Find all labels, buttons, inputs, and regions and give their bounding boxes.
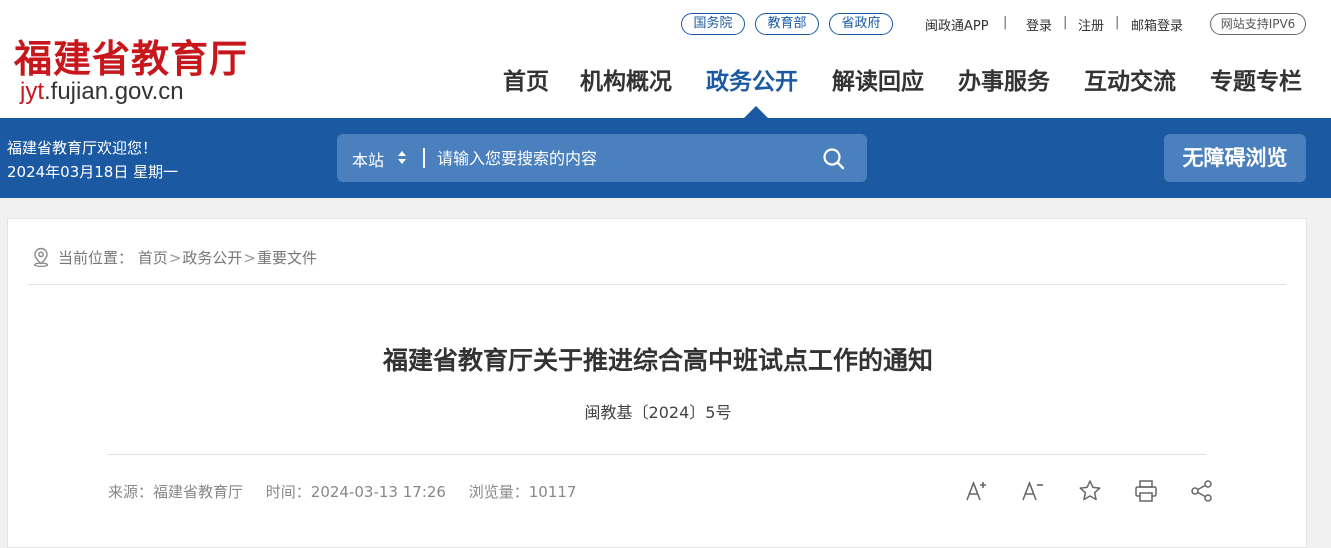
register-link[interactable]: 注册 (1078, 15, 1104, 34)
font-increase-button[interactable] (964, 478, 990, 504)
breadcrumb-home[interactable]: 首页 (138, 247, 168, 268)
breadcrumb-important-documents[interactable]: 重要文件 (257, 247, 317, 268)
share-button[interactable] (1189, 478, 1215, 504)
divider (28, 284, 1286, 285)
article-title: 福建省教育厅关于推进综合高中班试点工作的通知 (382, 346, 933, 375)
link-mzt-app[interactable]: 闽政通APP (925, 15, 989, 34)
search-button[interactable] (821, 146, 847, 172)
article-tools (956, 478, 1216, 504)
link-provincial-government[interactable]: 省政府 (829, 13, 893, 35)
separator: | (1003, 15, 1008, 30)
main-nav: 首页 机构概况 政务公开 解读回应 办事服务 互动交流 专题专栏 (0, 62, 1331, 96)
font-increase-icon (966, 480, 986, 501)
search-box: 本站 (337, 134, 867, 182)
search-bar-band: 福建省教育厅欢迎您！ 2024年03月18日 星期一 本站 无障碍浏览 (0, 118, 1331, 198)
search-scope-select[interactable]: 本站 (352, 147, 384, 171)
site-header: 福建省教育厅 jyt.fujian.gov.cn 国务院 教育部 省政府 闽政通… (0, 0, 1331, 118)
print-icon (1135, 480, 1157, 502)
ipv6-badge: 网站支持IPV6 (1210, 13, 1306, 35)
nav-item-services[interactable]: 办事服务 (958, 62, 1050, 96)
separator: | (1063, 15, 1068, 30)
document-number: 闽教基〔2024〕5号 (584, 403, 732, 422)
mail-login-link[interactable]: 邮箱登录 (1131, 15, 1183, 34)
font-decrease-button[interactable] (1020, 478, 1046, 504)
nav-item-organization[interactable]: 机构概况 (580, 62, 672, 96)
search-divider (423, 148, 425, 168)
welcome-text: 福建省教育厅欢迎您！ (7, 139, 158, 157)
login-link[interactable]: 登录 (1026, 15, 1052, 34)
welcome-block: 福建省教育厅欢迎您！ 2024年03月18日 星期一 (7, 136, 178, 184)
select-arrows-icon (397, 149, 407, 167)
search-input[interactable] (437, 142, 797, 174)
separator: | (1115, 15, 1120, 30)
breadcrumb-prefix: 当前位置： (58, 249, 134, 267)
breadcrumb-separator: > (243, 249, 256, 267)
active-nav-indicator (744, 106, 768, 118)
favorite-button[interactable] (1077, 478, 1103, 504)
divider (108, 454, 1206, 455)
top-links-bar: 国务院 教育部 省政府 闽政通APP | 登录 | 注册 | 邮箱登录 网站支持… (0, 12, 1331, 36)
star-icon (1079, 480, 1101, 501)
current-date: 2024年03月18日 星期一 (7, 163, 179, 181)
article-meta: 来源：福建省教育厅 时间：2024-03-13 17:26 浏览量：10117 (108, 481, 594, 502)
font-decrease-icon (1022, 480, 1043, 501)
search-icon (823, 148, 845, 170)
nav-item-interaction[interactable]: 互动交流 (1084, 62, 1176, 96)
accessibility-button[interactable]: 无障碍浏览 (1164, 134, 1306, 182)
link-ministry-education[interactable]: 教育部 (755, 13, 819, 35)
link-state-council[interactable]: 国务院 (681, 13, 745, 35)
article-card: 当前位置： 首页>政务公开>重要文件 福建省教育厅关于推进综合高中班试点工作的通… (7, 218, 1307, 548)
nav-item-home[interactable]: 首页 (503, 62, 549, 96)
breadcrumb-government-affairs[interactable]: 政务公开 (182, 247, 242, 268)
share-icon (1191, 480, 1212, 502)
article-time: 时间：2024-03-13 17:26 (265, 483, 446, 501)
location-icon (33, 247, 49, 267)
breadcrumb: 当前位置： 首页>政务公开>重要文件 (32, 247, 317, 268)
article-source: 来源：福建省教育厅 (108, 483, 244, 501)
nav-item-special-topics[interactable]: 专题专栏 (1210, 62, 1302, 96)
nav-item-interpretation[interactable]: 解读回应 (832, 62, 924, 96)
nav-item-government-affairs[interactable]: 政务公开 (706, 62, 798, 96)
article-views: 浏览量：10117 (468, 483, 577, 501)
print-button[interactable] (1133, 478, 1159, 504)
breadcrumb-separator: > (168, 249, 182, 267)
